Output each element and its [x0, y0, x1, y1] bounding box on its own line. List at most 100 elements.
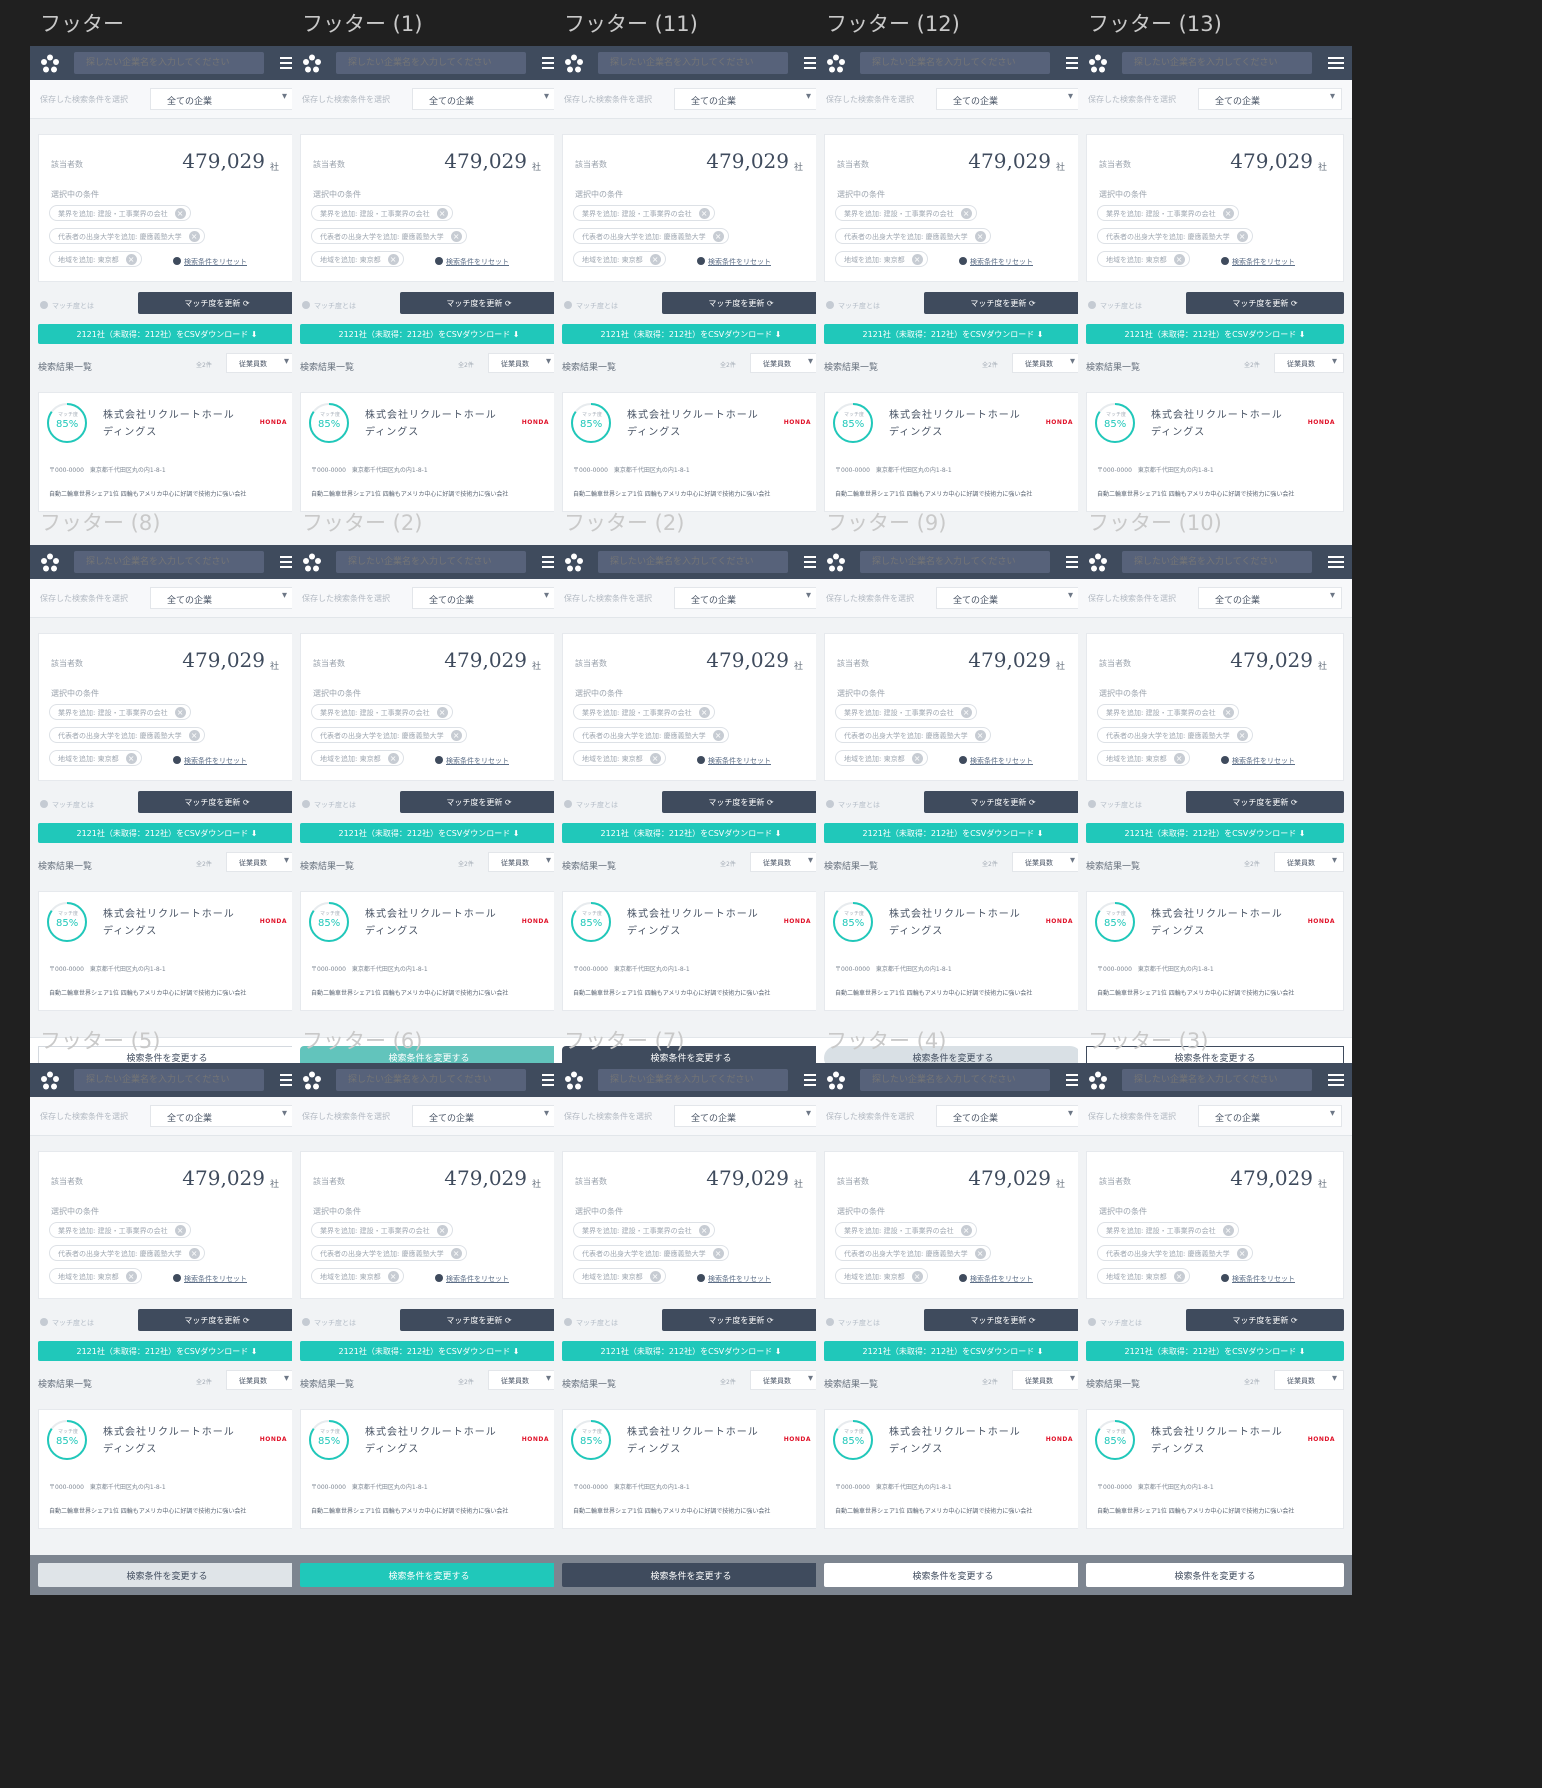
condition-chip[interactable]: 代表者の出身大学を追加: 慶應義塾大学 × — [49, 228, 205, 244]
sort-select[interactable]: 従業員数 ▾ — [488, 353, 558, 373]
saved-conditions-select[interactable]: 全ての企業 ▾ — [674, 1105, 818, 1127]
csv-download-button[interactable]: 2121社（未取得：212社）をCSVダウンロード ⬇ — [1086, 823, 1344, 843]
company-result-card[interactable]: マッチ度 85% 株式会社リクルートホールディングス HONDA 〒000-00… — [38, 392, 296, 512]
match-help-link[interactable]: マッチ度とは — [1088, 1318, 1142, 1328]
change-conditions-button[interactable]: 検索条件を変更する — [300, 1563, 558, 1587]
condition-chip[interactable]: 業界を追加: 建設・工事業界の会社 × — [1097, 205, 1239, 221]
update-match-button[interactable]: マッチ度を更新 ⟳ — [924, 1309, 1082, 1331]
update-match-button[interactable]: マッチ度を更新 ⟳ — [662, 292, 820, 314]
condition-chip[interactable]: 代表者の出身大学を追加: 慶應義塾大学 × — [311, 1245, 467, 1261]
reset-conditions-link[interactable]: 検索条件をリセット — [173, 1274, 247, 1284]
condition-chip[interactable]: 業界を追加: 建設・工事業界の会社 × — [573, 205, 715, 221]
company-search-input[interactable] — [336, 551, 526, 573]
saved-conditions-select[interactable]: 全ての企業 ▾ — [1198, 1105, 1342, 1127]
close-icon[interactable]: × — [974, 730, 986, 741]
saved-conditions-select[interactable]: 全ての企業 ▾ — [674, 88, 818, 110]
app-logo-icon[interactable] — [40, 553, 60, 573]
condition-chip[interactable]: 地域を追加: 東京都 × — [1097, 1268, 1190, 1284]
condition-chip[interactable]: 地域を追加: 東京都 × — [311, 251, 404, 267]
company-result-card[interactable]: マッチ度 85% 株式会社リクルートホールディングス HONDA 〒000-00… — [300, 1409, 558, 1529]
close-icon[interactable]: × — [1222, 707, 1234, 718]
match-help-link[interactable]: マッチ度とは — [302, 1318, 356, 1328]
reset-conditions-link[interactable]: 検索条件をリセット — [959, 1274, 1033, 1284]
company-search-input[interactable] — [336, 52, 526, 74]
company-result-card[interactable]: マッチ度 85% 株式会社リクルートホールディングス HONDA 〒000-00… — [300, 392, 558, 512]
saved-conditions-select[interactable]: 全ての企業 ▾ — [412, 1105, 556, 1127]
condition-chip[interactable]: 地域を追加: 東京都 × — [311, 750, 404, 766]
company-result-card[interactable]: マッチ度 85% 株式会社リクルートホールディングス HONDA 〒000-00… — [300, 891, 558, 1011]
sort-select[interactable]: 従業員数 ▾ — [488, 852, 558, 872]
close-icon[interactable]: × — [436, 707, 448, 718]
update-match-button[interactable]: マッチ度を更新 ⟳ — [662, 791, 820, 813]
app-logo-icon[interactable] — [564, 553, 584, 573]
saved-conditions-select[interactable]: 全ての企業 ▾ — [674, 587, 818, 609]
reset-conditions-link[interactable]: 検索条件をリセット — [1221, 1274, 1295, 1284]
close-icon[interactable]: × — [436, 208, 448, 219]
change-conditions-button[interactable]: 検索条件を変更する — [824, 1563, 1082, 1587]
condition-chip[interactable]: 地域を追加: 東京都 × — [573, 251, 666, 267]
close-icon[interactable]: × — [974, 231, 986, 242]
saved-conditions-select[interactable]: 全ての企業 ▾ — [150, 587, 294, 609]
update-match-button[interactable]: マッチ度を更新 ⟳ — [924, 791, 1082, 813]
update-match-button[interactable]: マッチ度を更新 ⟳ — [138, 292, 296, 314]
condition-chip[interactable]: 代表者の出身大学を追加: 慶應義塾大学 × — [573, 1245, 729, 1261]
change-conditions-button[interactable]: 検索条件を変更する — [38, 1563, 296, 1587]
app-logo-icon[interactable] — [826, 553, 846, 573]
condition-chip[interactable]: 業界を追加: 建設・工事業界の会社 × — [573, 704, 715, 720]
close-icon[interactable]: × — [174, 208, 186, 219]
app-logo-icon[interactable] — [826, 1071, 846, 1091]
app-logo-icon[interactable] — [1088, 54, 1108, 74]
condition-chip[interactable]: 代表者の出身大学を追加: 慶應義塾大学 × — [49, 1245, 205, 1261]
company-result-card[interactable]: マッチ度 85% 株式会社リクルートホールディングス HONDA 〒000-00… — [824, 1409, 1082, 1529]
condition-chip[interactable]: 業界を追加: 建設・工事業界の会社 × — [835, 1222, 977, 1238]
close-icon[interactable]: × — [698, 707, 710, 718]
reset-conditions-link[interactable]: 検索条件をリセット — [435, 1274, 509, 1284]
company-result-card[interactable]: マッチ度 85% 株式会社リクルートホールディングス HONDA 〒000-00… — [824, 891, 1082, 1011]
company-result-card[interactable]: マッチ度 85% 株式会社リクルートホールディングス HONDA 〒000-00… — [562, 1409, 820, 1529]
update-match-button[interactable]: マッチ度を更新 ⟳ — [924, 292, 1082, 314]
close-icon[interactable]: × — [188, 730, 200, 741]
update-match-button[interactable]: マッチ度を更新 ⟳ — [1186, 292, 1344, 314]
close-icon[interactable]: × — [174, 707, 186, 718]
change-conditions-button[interactable]: 検索条件を変更する — [1086, 1563, 1344, 1587]
reset-conditions-link[interactable]: 検索条件をリセット — [697, 756, 771, 766]
hamburger-menu-icon[interactable] — [1328, 556, 1344, 569]
condition-chip[interactable]: 地域を追加: 東京都 × — [49, 251, 142, 267]
match-help-link[interactable]: マッチ度とは — [826, 1318, 880, 1328]
condition-chip[interactable]: 代表者の出身大学を追加: 慶應義塾大学 × — [49, 727, 205, 743]
csv-download-button[interactable]: 2121社（未取得：212社）をCSVダウンロード ⬇ — [1086, 1341, 1344, 1361]
condition-chip[interactable]: 地域を追加: 東京都 × — [835, 251, 928, 267]
match-help-link[interactable]: マッチ度とは — [302, 800, 356, 810]
condition-chip[interactable]: 地域を追加: 東京都 × — [573, 1268, 666, 1284]
condition-chip[interactable]: 代表者の出身大学を追加: 慶應義塾大学 × — [311, 727, 467, 743]
condition-chip[interactable]: 地域を追加: 東京都 × — [1097, 750, 1190, 766]
close-icon[interactable]: × — [911, 1271, 923, 1282]
close-icon[interactable]: × — [649, 753, 661, 764]
company-search-input[interactable] — [74, 551, 264, 573]
close-icon[interactable]: × — [125, 1271, 137, 1282]
match-help-link[interactable]: マッチ度とは — [826, 301, 880, 311]
close-icon[interactable]: × — [712, 730, 724, 741]
match-help-link[interactable]: マッチ度とは — [564, 1318, 618, 1328]
close-icon[interactable]: × — [911, 753, 923, 764]
close-icon[interactable]: × — [387, 1271, 399, 1282]
condition-chip[interactable]: 代表者の出身大学を追加: 慶應義塾大学 × — [835, 727, 991, 743]
company-search-input[interactable] — [860, 551, 1050, 573]
close-icon[interactable]: × — [450, 1248, 462, 1259]
company-search-input[interactable] — [1122, 1069, 1312, 1091]
sort-select[interactable]: 従業員数 ▾ — [1274, 852, 1344, 872]
app-logo-icon[interactable] — [1088, 1071, 1108, 1091]
condition-chip[interactable]: 地域を追加: 東京都 × — [835, 750, 928, 766]
condition-chip[interactable]: 業界を追加: 建設・工事業界の会社 × — [1097, 704, 1239, 720]
sort-select[interactable]: 従業員数 ▾ — [226, 1370, 296, 1390]
close-icon[interactable]: × — [911, 254, 923, 265]
condition-chip[interactable]: 業界を追加: 建設・工事業界の会社 × — [835, 704, 977, 720]
match-help-link[interactable]: マッチ度とは — [826, 800, 880, 810]
sort-select[interactable]: 従業員数 ▾ — [1012, 353, 1082, 373]
reset-conditions-link[interactable]: 検索条件をリセット — [959, 756, 1033, 766]
close-icon[interactable]: × — [712, 1248, 724, 1259]
close-icon[interactable]: × — [188, 231, 200, 242]
update-match-button[interactable]: マッチ度を更新 ⟳ — [1186, 791, 1344, 813]
update-match-button[interactable]: マッチ度を更新 ⟳ — [400, 1309, 558, 1331]
company-result-card[interactable]: マッチ度 85% 株式会社リクルートホールディングス HONDA 〒000-00… — [38, 891, 296, 1011]
